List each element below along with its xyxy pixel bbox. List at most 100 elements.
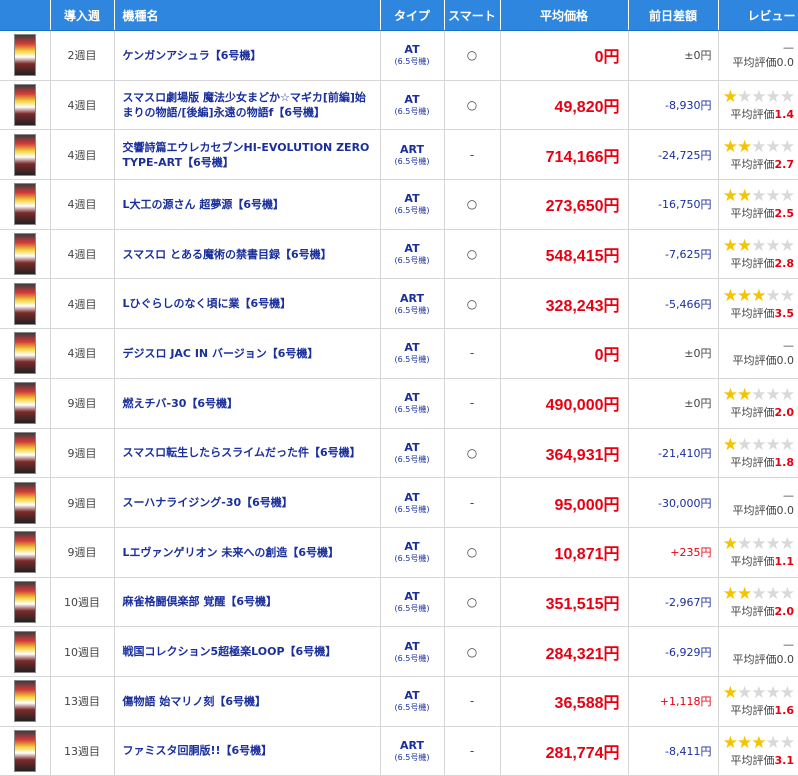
machine-image-cell xyxy=(0,428,51,479)
table-row[interactable]: 9週目 Lエヴァンゲリオン 未来への創造【6号機】 AT (6.5号機) ○ 10,871… xyxy=(0,527,798,578)
review-cell[interactable]: — 平均評価0.0 xyxy=(718,626,798,677)
table-row[interactable]: 4週目 交響詩篇エウレカセブンHI-EVOLUTION ZERO TYPE-ART… xyxy=(0,129,798,181)
machine-name-link[interactable]: Lエヴァンゲリオン 未来への創造【6号機】 xyxy=(114,527,381,578)
review-cell[interactable]: ★★★★★ 平均評価1.1 xyxy=(718,527,798,578)
smart-flag: ○ xyxy=(444,179,501,230)
previous-day-diff: -7,625円 xyxy=(628,229,719,280)
type-label: AT xyxy=(404,391,420,405)
machine-name-link[interactable]: 麻雀格闘倶楽部 覚醒【6号機】 xyxy=(114,577,381,628)
machine-name-link[interactable]: 燃えチバ-30【6号機】 xyxy=(114,378,381,429)
header-diff[interactable]: 前日差額 xyxy=(628,0,719,31)
machine-name-link[interactable]: スマスロ とある魔術の禁書目録【6号機】 xyxy=(114,229,381,280)
average-rating-label: 平均評価 xyxy=(730,257,775,271)
table-row[interactable]: 4週目 デジスロ JAC IN バージョン【6号機】 AT (6.5号機) -0円 ±0円… xyxy=(0,328,798,379)
rating-stars: ★★★★★ xyxy=(719,88,795,107)
machine-image-cell xyxy=(0,278,51,330)
table-row[interactable]: 13週目 ファミスタ回胴版!!【6号機】 ART (6.5号機) -281,774円 -8… xyxy=(0,726,798,776)
intro-week: 4週目 xyxy=(50,229,115,280)
machine-name-link[interactable]: デジスロ JAC IN バージョン【6号機】 xyxy=(114,328,381,379)
review-cell[interactable]: — 平均評価0.0 xyxy=(718,328,798,379)
machine-thumbnail[interactable] xyxy=(13,183,36,226)
review-cell[interactable]: — 平均評価0.0 xyxy=(718,30,798,81)
machine-thumbnail[interactable] xyxy=(13,531,36,574)
machine-thumbnail[interactable] xyxy=(13,233,36,276)
star-filled-icon: ★ xyxy=(722,236,738,257)
machine-name-link[interactable]: 傷物語 始マリノ刻【6号機】 xyxy=(114,676,381,727)
table-row[interactable]: 9週目 スマスロ転生したらスライムだった件【6号機】 AT (6.5号機) ○ 364,9… xyxy=(0,428,798,479)
review-cell[interactable]: — 平均評価0.0 xyxy=(718,477,798,528)
header-price[interactable]: 平均価格 xyxy=(500,0,629,31)
review-cell[interactable]: ★★★★★ 平均評価3.5 xyxy=(718,278,798,330)
table-row[interactable]: 4週目 Lひぐらしのなく頃に業【6号機】 ART (6.5号機) ○ 328,243円 -5… xyxy=(0,278,798,330)
table-row[interactable]: 13週目 傷物語 始マリノ刻【6号機】 AT (6.5号機) -36,588円 +1,11… xyxy=(0,676,798,727)
review-cell[interactable]: ★★★★★ 平均評価1.4 xyxy=(718,80,798,131)
header-review[interactable]: レビュー xyxy=(718,0,798,31)
machine-type: AT (6.5号機) xyxy=(380,179,445,230)
machine-ranking-table: 導入週 機種名 タイプ スマート 平均価格 前日差額 レビュー 2週目 ケンガンア… xyxy=(0,0,798,776)
machine-name-link[interactable]: Lひぐらしのなく頃に業【6号機】 xyxy=(114,278,381,330)
table-row[interactable]: 10週目 戦国コレクション5超極楽LOOP【6号機】 AT (6.5号機) ○ 284,3… xyxy=(0,626,798,677)
review-cell[interactable]: ★★★★★ 平均評価2.0 xyxy=(718,378,798,429)
previous-day-diff: -6,929円 xyxy=(628,626,719,677)
machine-thumbnail[interactable] xyxy=(13,133,36,176)
machine-thumbnail[interactable] xyxy=(13,680,36,723)
machine-type: ART (6.5号機) xyxy=(380,278,445,330)
header-type[interactable]: タイプ xyxy=(380,0,445,31)
review-cell[interactable]: ★★★★★ 平均評価2.5 xyxy=(718,179,798,230)
machine-thumbnail[interactable] xyxy=(13,481,36,524)
table-row[interactable]: 9週目 スーハナライジング-30【6号機】 AT (6.5号機) -95,000円 -30… xyxy=(0,477,798,528)
header-smart[interactable]: スマート xyxy=(444,0,501,31)
machine-thumbnail[interactable] xyxy=(13,630,36,673)
table-row[interactable]: 2週目 ケンガンアシュラ【6号機】 AT (6.5号機) ○ 0円 ±0円 — 平均評価0.0 xyxy=(0,30,798,81)
header-name[interactable]: 機種名 xyxy=(114,0,381,31)
rating-stars: ★★★★★ xyxy=(719,684,795,703)
star-filled-icon: ★ xyxy=(737,732,752,753)
star-empty-icon: ★ xyxy=(765,285,781,306)
machine-thumbnail[interactable] xyxy=(13,84,36,127)
machine-image-cell xyxy=(0,577,51,628)
machine-thumbnail[interactable] xyxy=(13,431,36,474)
machine-image-cell xyxy=(0,30,51,81)
average-rating-label: 平均評価 xyxy=(732,652,777,666)
review-cell[interactable]: ★★★★★ 平均評価2.8 xyxy=(718,229,798,280)
review-cell[interactable]: ★★★★★ 平均評価1.8 xyxy=(718,428,798,479)
table-row[interactable]: 4週目 L大工の源さん 超夢源【6号機】 AT (6.5号機) ○ 273,650円 -16… xyxy=(0,179,798,230)
review-cell[interactable]: ★★★★★ 平均評価3.1 xyxy=(718,726,798,776)
review-cell[interactable]: ★★★★★ 平均評価2.7 xyxy=(718,129,798,181)
machine-thumbnail[interactable] xyxy=(13,580,36,623)
machine-name-link[interactable]: スマスロ劇場版 魔法少女まどか☆マギカ[前編]始まりの物語/[後編]永遠の物語f… xyxy=(114,80,381,131)
machine-thumbnail[interactable] xyxy=(13,34,36,77)
machine-thumbnail[interactable] xyxy=(13,729,36,772)
machine-name-link[interactable]: 戦国コレクション5超極楽LOOP【6号機】 xyxy=(114,626,381,677)
review-cell[interactable]: ★★★★★ 平均評価2.0 xyxy=(718,577,798,628)
type-sub-label: (6.5号機) xyxy=(394,156,430,166)
table-row[interactable]: 4週目 スマスロ劇場版 魔法少女まどか☆マギカ[前編]始まりの物語/[後編]永遠の… xyxy=(0,80,798,131)
machine-thumbnail[interactable] xyxy=(13,282,36,325)
average-price: 548,415円 xyxy=(500,229,629,280)
machine-name-link[interactable]: 交響詩篇エウレカセブンHI-EVOLUTION ZERO TYPE-ART【6号… xyxy=(114,129,381,181)
intro-week: 13週目 xyxy=(50,726,115,776)
star-filled-icon: ★ xyxy=(737,385,752,406)
type-label: AT xyxy=(404,440,420,454)
machine-name-link[interactable]: ケンガンアシュラ【6号機】 xyxy=(114,30,381,81)
smart-flag: ○ xyxy=(444,278,501,330)
machine-thumbnail[interactable] xyxy=(13,332,36,375)
type-sub-label: (6.5号機) xyxy=(394,454,430,464)
intro-week: 13週目 xyxy=(50,676,115,727)
machine-name-link[interactable]: スマスロ転生したらスライムだった件【6号機】 xyxy=(114,428,381,479)
review-cell[interactable]: ★★★★★ 平均評価1.6 xyxy=(718,676,798,727)
machine-name-link[interactable]: L大工の源さん 超夢源【6号機】 xyxy=(114,179,381,230)
rating-stars: ★★★★★ xyxy=(719,137,795,157)
machine-name-link[interactable]: ファミスタ回胴版!!【6号機】 xyxy=(114,726,381,776)
machine-name-link[interactable]: スーハナライジング-30【6号機】 xyxy=(114,477,381,528)
header-week[interactable]: 導入週 xyxy=(50,0,115,31)
table-row[interactable]: 10週目 麻雀格闘倶楽部 覚醒【6号機】 AT (6.5号機) ○ 351,515円 -2,… xyxy=(0,577,798,628)
header-image xyxy=(0,0,51,31)
machine-thumbnail[interactable] xyxy=(13,382,36,425)
star-empty-icon: ★ xyxy=(765,583,781,604)
machine-type: AT (6.5号機) xyxy=(380,626,445,677)
table-row[interactable]: 4週目 スマスロ とある魔術の禁書目録【6号機】 AT (6.5号機) ○ 548,415… xyxy=(0,229,798,280)
rating-stars: ★★★★★ xyxy=(719,187,795,206)
type-sub-label: (6.5号機) xyxy=(394,603,430,613)
table-row[interactable]: 9週目 燃えチバ-30【6号機】 AT (6.5号機) -490,000円 ±0円 ★★★★… xyxy=(0,378,798,429)
